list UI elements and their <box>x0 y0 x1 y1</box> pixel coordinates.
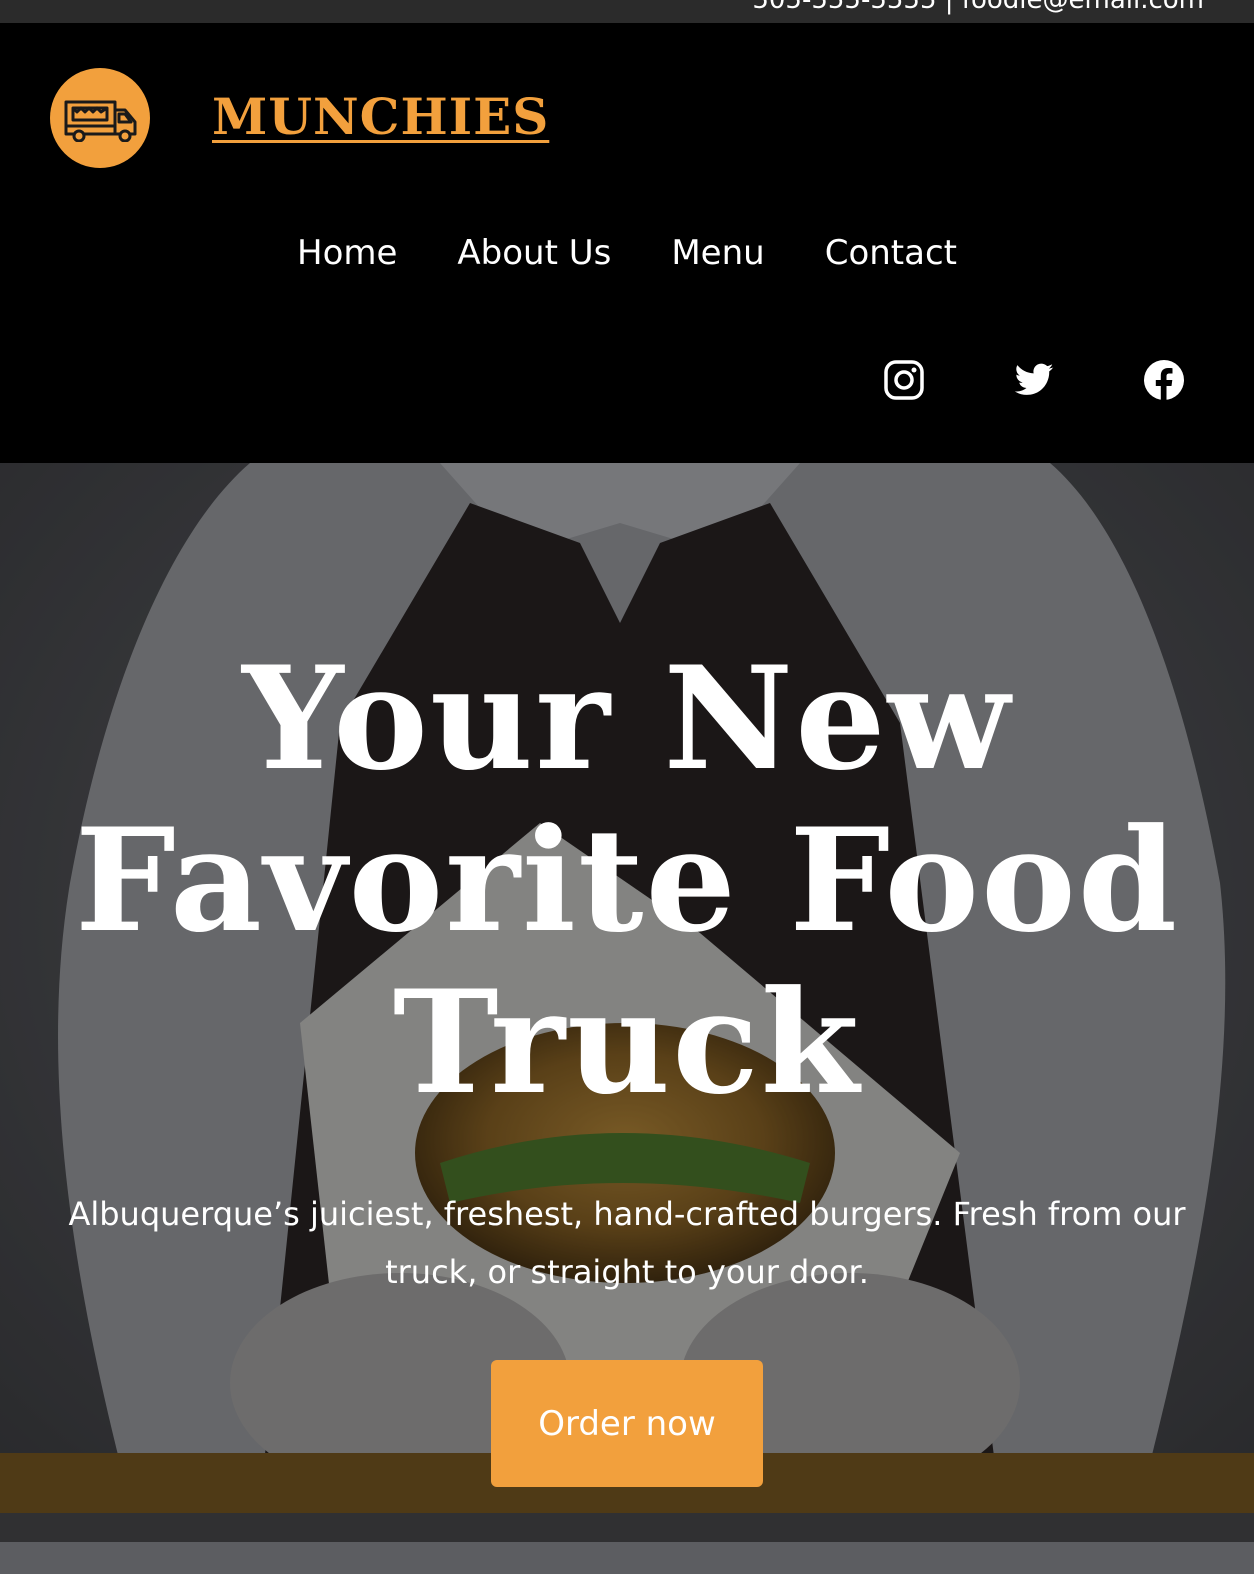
food-truck-icon <box>64 100 137 142</box>
twitter-icon <box>1014 363 1054 395</box>
hero-subtitle: Albuquerque’s juiciest, freshest, hand-c… <box>68 1195 1186 1291</box>
instagram-link[interactable] <box>883 359 925 401</box>
facebook-icon <box>1144 360 1184 401</box>
nav-item-contact[interactable]: Contact <box>825 233 957 273</box>
twitter-link[interactable] <box>1013 359 1055 401</box>
hero-title-line: Truck <box>392 960 862 1126</box>
hero-title-line: Favorite Food <box>74 798 1180 964</box>
nav-item-about-us[interactable]: About Us <box>457 233 611 273</box>
nav-item-home[interactable]: Home <box>297 233 397 273</box>
contact-info-text: 505-555-5555 | foodie@email.com <box>752 0 1204 15</box>
site-logo[interactable] <box>50 68 150 168</box>
hero-section: Your New Favorite Food Truck Albuquerque… <box>0 463 1254 1574</box>
instagram-icon <box>884 360 924 400</box>
top-contact-bar: 505-555-5555 | foodie@email.com <box>0 0 1254 23</box>
site-title-link[interactable]: MUNCHIES <box>212 87 549 146</box>
site-header: MUNCHIES Home About Us Menu Contact <box>0 23 1254 463</box>
order-now-button[interactable]: Order now <box>491 1360 763 1487</box>
hero-title-line: Your New <box>242 636 1012 802</box>
main-nav: Home About Us Menu Contact <box>0 233 1254 273</box>
section-divider <box>0 1542 1254 1574</box>
nav-item-menu[interactable]: Menu <box>671 233 764 273</box>
facebook-link[interactable] <box>1143 359 1185 401</box>
hero-title: Your New Favorite Food Truck <box>0 638 1254 1124</box>
